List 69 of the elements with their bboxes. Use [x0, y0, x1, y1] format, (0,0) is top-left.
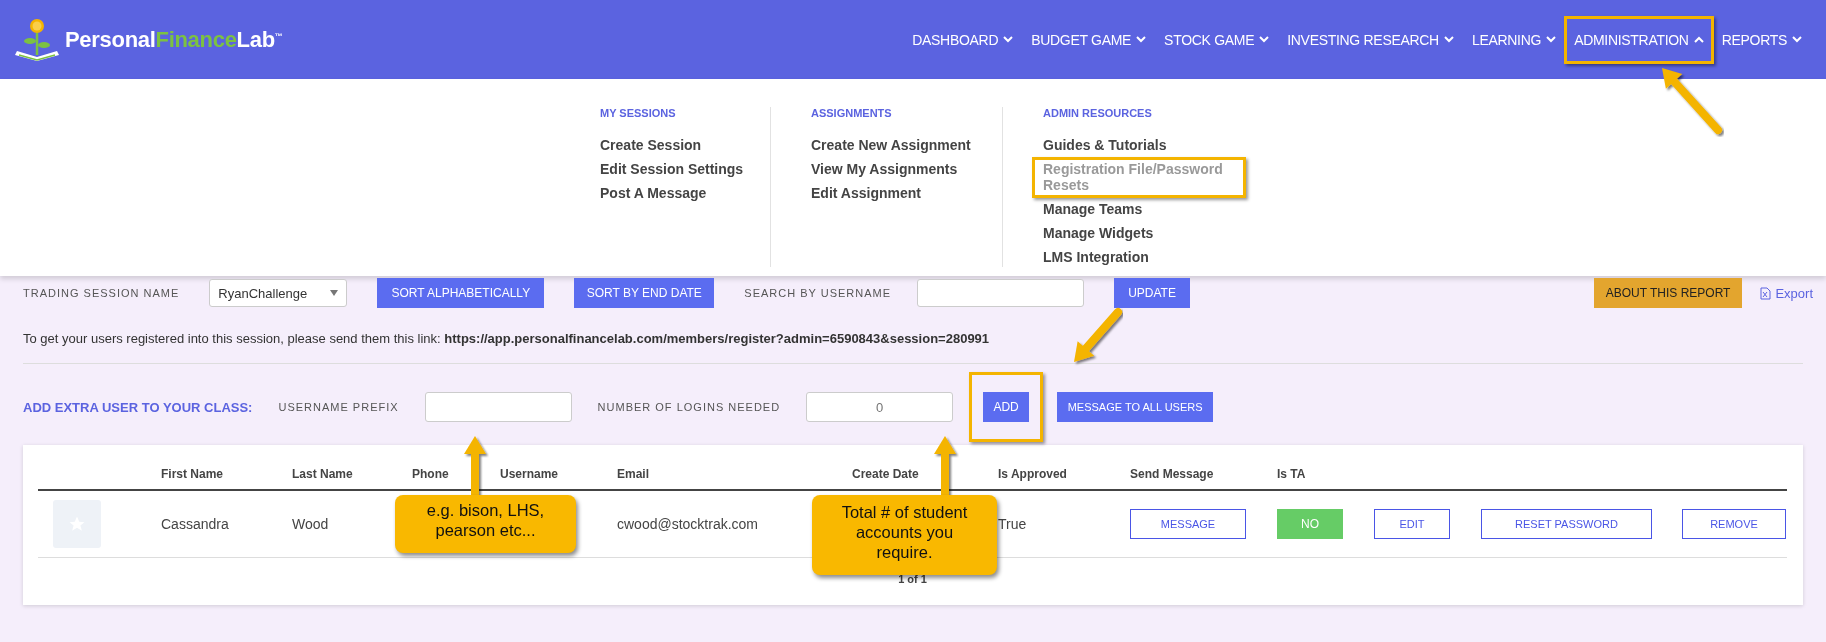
add-button[interactable]: ADD: [983, 392, 1030, 422]
caret-icon: [1443, 36, 1454, 43]
nav-item[interactable]: BUDGET GAME: [1023, 23, 1155, 56]
column-header: Phone: [412, 466, 450, 483]
menu-item[interactable]: Create Session: [600, 137, 702, 153]
caret-icon: [1693, 36, 1704, 43]
nav-item[interactable]: DASHBOARD: [904, 23, 1022, 56]
sort-button[interactable]: SORT BY END DATE: [574, 278, 715, 308]
column-header: Email: [617, 466, 650, 483]
about-report-button[interactable]: ABOUT THIS REPORT: [1593, 278, 1743, 308]
nav-item[interactable]: ADMINISTRATION: [1566, 23, 1712, 56]
table-cell-text: True: [998, 516, 1028, 532]
menu-heading: ADMIN RESOURCES: [1043, 107, 1152, 120]
menu-item[interactable]: Edit Session Settings: [600, 161, 744, 177]
export-link[interactable]: Export: [1760, 285, 1813, 301]
sort-button[interactable]: SORT ALPHABETICALLY: [377, 278, 545, 308]
table-cell-text: Wood: [292, 516, 330, 532]
menu-item[interactable]: Post A Message: [600, 185, 707, 201]
menu-heading: ASSIGNMENTS: [811, 107, 892, 120]
prefix-field[interactable]: [424, 392, 572, 422]
menu-item[interactable]: LMS Integration: [1043, 249, 1149, 265]
caret-icon: [1546, 36, 1557, 43]
search-field[interactable]: [917, 279, 1085, 307]
field-label: SEARCH BY USERNAME: [744, 287, 892, 299]
field-label: NUMBER OF LOGINS NEEDED: [597, 401, 781, 413]
field-label: TRADING SESSION NAME: [23, 287, 180, 299]
message-button[interactable]: MESSAGE: [1130, 509, 1246, 539]
menu-heading: MY SESSIONS: [600, 107, 676, 120]
arrow: [1662, 68, 1722, 134]
column-header: Is Approved: [998, 466, 1068, 483]
caret-icon: [1259, 36, 1270, 43]
callout: e.g. bison, LHS, pearson etc...: [395, 495, 576, 553]
nav-item[interactable]: INVESTING RESEARCH: [1279, 23, 1462, 56]
column-header: Is TA: [1277, 466, 1307, 483]
menu-item[interactable]: Edit Assignment: [811, 185, 921, 201]
logins-field[interactable]: 0: [806, 392, 954, 422]
table-cell-text: Cassandra: [161, 516, 230, 532]
menu-item[interactable]: View My Assignments: [811, 161, 958, 177]
nav-item[interactable]: STOCK GAME: [1156, 23, 1278, 56]
callout: Total # of student accounts you require.: [812, 495, 997, 575]
message-all-button[interactable]: MESSAGE TO ALL USERS: [1057, 392, 1214, 422]
column-header: First Name: [161, 466, 225, 483]
update-button[interactable]: UPDATE: [1114, 278, 1191, 308]
reset-password-button[interactable]: RESET PASSWORD: [1481, 509, 1652, 539]
field-label: USERNAME PREFIX: [278, 401, 399, 413]
session-select[interactable]: RyanChallenge: [209, 279, 348, 307]
caret-icon: [1003, 36, 1014, 43]
menu-item[interactable]: Manage Teams: [1043, 201, 1143, 217]
table-cell-text: cwood@stocktrak.com: [617, 516, 760, 532]
registration-note: To get your users registered into this session, please send them this link: https://app.personalfinancelab.com/members/register?admin=6590843&session=280991: [23, 331, 991, 346]
caret-icon: [330, 290, 339, 296]
column-header: Username: [500, 466, 560, 483]
column-header: Create Date: [852, 466, 920, 483]
caret-icon: [1792, 36, 1802, 43]
caret-icon: [1136, 36, 1147, 43]
nav-item[interactable]: REPORTS: [1713, 23, 1810, 56]
file-icon: [1760, 286, 1772, 300]
pagination-text: 1 of 1: [897, 573, 928, 585]
menu-item[interactable]: Create New Assignment: [811, 137, 971, 153]
arrow: [1074, 308, 1122, 362]
column-header: Send Message: [1130, 466, 1215, 483]
menu-item[interactable]: Guides & Tutorials: [1043, 137, 1167, 153]
menu-item[interactable]: Manage Widgets: [1043, 225, 1154, 241]
logo-text[interactable]: PersonalFinanceLab$^{™}$: [65, 26, 283, 53]
edit-button[interactable]: EDIT: [1374, 509, 1450, 539]
column-header: Last Name: [292, 466, 354, 483]
nav-item[interactable]: LEARNING: [1463, 23, 1565, 56]
section-title: ADD EXTRA USER TO YOUR CLASS:: [23, 399, 253, 415]
remove-button[interactable]: REMOVE: [1682, 509, 1786, 539]
